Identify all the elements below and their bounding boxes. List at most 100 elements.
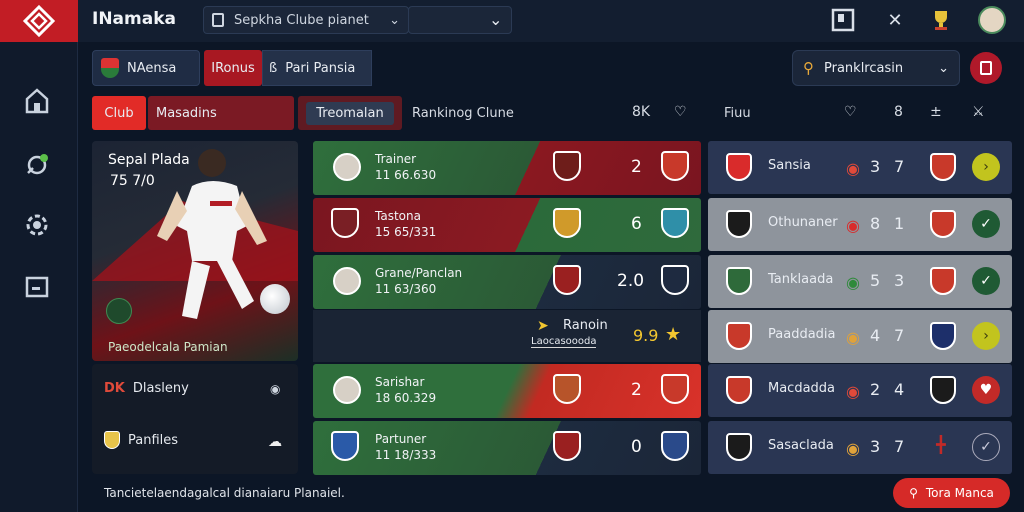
stat-a: 2 (870, 380, 881, 399)
settings-icon[interactable] (22, 210, 52, 240)
avatar[interactable] (978, 6, 1006, 34)
list-item[interactable]: Panfiles (104, 431, 178, 449)
chevron-right-icon[interactable]: › (972, 322, 1000, 350)
avatar (333, 376, 361, 404)
team-crest-icon (930, 267, 956, 295)
match-score: 2.0 (617, 271, 645, 291)
filter-icon[interactable]: 8 (894, 104, 903, 120)
team-name: Sansia (768, 158, 811, 173)
count-label: 8K (632, 104, 651, 120)
shield-icon: ◉ (846, 159, 860, 178)
team-crest-icon (726, 322, 752, 350)
team-crest-icon (661, 265, 689, 295)
wing-icon: ➤ (537, 318, 549, 334)
banner-sub: Laocasoooda (531, 336, 597, 348)
banner-label: Ranoin (563, 318, 608, 333)
team-selector-label: NAensa (127, 60, 177, 76)
match-sub: 11 63/360 (375, 282, 437, 296)
calendar-icon (980, 61, 992, 75)
plus-icon[interactable]: ± (930, 104, 942, 120)
team-crest-icon (930, 153, 956, 181)
home-icon[interactable] (22, 86, 52, 116)
table-row[interactable]: Paaddadia ◉ 4 7 › (708, 310, 1012, 363)
match-row[interactable]: Partuner 11 18/333 0 (313, 421, 701, 475)
inbox-icon[interactable] (828, 6, 858, 34)
cloud-icon[interactable]: ☁ (268, 434, 282, 450)
check-icon[interactable]: ✓ (972, 433, 1000, 461)
ranking-banner[interactable]: ➤ Ranoin Laocasoooda 9.9 ★ (313, 310, 701, 362)
cta-label: Tora Manca (925, 486, 994, 500)
footer-text: Tancietelaendagalcal dianaiaru Planaiel. (104, 486, 345, 500)
table-row[interactable]: Sansia ◉ 3 7 › (708, 141, 1012, 194)
calendar-button[interactable] (970, 52, 1002, 84)
stat-a: 4 (870, 326, 881, 345)
tab-club[interactable]: Club (92, 96, 146, 130)
tab-pari-pansia[interactable]: ß Pari Pansia (262, 50, 372, 86)
team-crest-icon (553, 431, 581, 461)
shield-icon: ◉ (846, 273, 860, 292)
team-crest-icon (331, 208, 359, 238)
match-row[interactable]: Trainer 11 66.630 2 (313, 141, 701, 195)
tab-ironus[interactable]: IRonus (204, 50, 262, 86)
heart-icon[interactable]: ♥ (972, 376, 1000, 404)
ball-icon (260, 284, 290, 314)
chevron-right-icon[interactable]: › (972, 153, 1000, 181)
table-row[interactable]: Sasaclada ◉ 3 7 ╋ ✓ (708, 421, 1012, 474)
tab-panel-label: Pari Pansia (285, 60, 356, 76)
shield-icon: ◉ (846, 216, 860, 235)
stats-icon[interactable]: ⚔ (972, 104, 985, 120)
team-crest-icon (661, 431, 689, 461)
logo[interactable] (0, 0, 78, 42)
chevron-down-icon: ⌄ (389, 12, 400, 28)
banner-score: 9.9 (633, 326, 659, 345)
table-row[interactable]: Tanklaada ◉ 5 3 ✓ (708, 255, 1012, 308)
match-row[interactable]: Tastona 15 65/331 6 (313, 198, 701, 252)
match-row[interactable]: Grane/Panclan 11 63/360 2.0 (313, 255, 701, 309)
team-crest-icon (661, 151, 689, 181)
table-row[interactable]: Macdadda ◉ 2 4 ♥ (708, 364, 1012, 417)
match-sub: 15 65/331 (375, 225, 437, 239)
cta-button[interactable]: ⚲ Tora Manca (893, 478, 1010, 508)
stat-b: 7 (894, 326, 905, 345)
list-item-label: Dlasleny (132, 381, 189, 396)
match-score: 2 (631, 157, 642, 177)
team-crest-icon (661, 208, 689, 238)
team-crest-icon (553, 265, 581, 295)
trophy-icon[interactable] (926, 6, 956, 34)
avatar (333, 267, 361, 295)
info-icon[interactable]: ◉ (270, 382, 280, 396)
match-score: 6 (631, 214, 642, 234)
shield-icon: ◉ (846, 439, 860, 458)
tab-ranking[interactable]: Rankinog Clune (412, 96, 522, 130)
transfer-icon[interactable] (22, 150, 52, 180)
team-crest-icon (726, 376, 752, 404)
heart-icon[interactable]: ♡ (674, 104, 687, 120)
team-selector[interactable]: NAensa (92, 50, 200, 86)
team-crest-icon (726, 153, 752, 181)
pin-icon: ╋ (936, 435, 946, 454)
diamond-logo-icon (22, 4, 56, 38)
list-item[interactable]: DK Dlasleny (104, 381, 189, 396)
ranking-search-text: Pranklrcasin (824, 60, 904, 76)
list-item-label: Panfiles (128, 432, 179, 448)
close-icon[interactable]: ✕ (880, 6, 910, 34)
ranking-search-input[interactable]: ⚲ Pranklrcasin ⌄ (792, 50, 960, 86)
team-crest-icon (553, 208, 581, 238)
match-score: 2 (631, 380, 642, 400)
club-search-input[interactable]: Sepkha Clube pianet ⌄ (203, 6, 409, 34)
check-icon[interactable]: ✓ (972, 267, 1000, 295)
list-item-prefix: DK (104, 381, 125, 396)
heart-icon[interactable]: ♡ (844, 104, 857, 120)
stat-b: 1 (894, 214, 905, 233)
avatar (333, 153, 361, 181)
table-row[interactable]: Othunaner ◉ 8 1 ✓ (708, 198, 1012, 251)
crest-icon (104, 431, 120, 449)
stat-b: 7 (894, 437, 905, 456)
check-icon[interactable]: ✓ (972, 210, 1000, 238)
top-dropdown[interactable]: ⌄ (408, 6, 512, 34)
screen-icon[interactable] (22, 272, 52, 302)
chevron-down-icon: ⌄ (938, 60, 949, 76)
tab-masadins[interactable]: Masadins (148, 96, 294, 130)
match-row[interactable]: Sarishar 18 60.329 2 (313, 364, 701, 418)
tab-treomalan[interactable]: Treomalan (298, 96, 402, 130)
